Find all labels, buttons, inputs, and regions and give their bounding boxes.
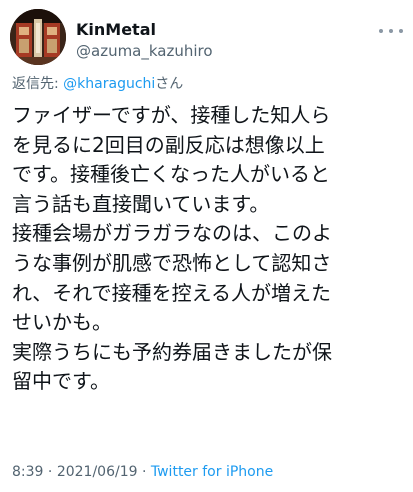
reply-mention-link[interactable]: @kharaguchi (63, 76, 155, 92)
meta-separator: · (137, 464, 151, 480)
tweet-text-line: です。接種後亡くなった人がいると (12, 162, 330, 187)
dot-icon (379, 29, 383, 33)
tweet-text-line: 接種会場がガラガラなのは、このよ (12, 221, 332, 246)
replying-prefix: 返信先: (12, 76, 64, 92)
tweet-text-line: うな事例が肌感で恐怖として認知さ (12, 250, 332, 275)
tweet-header: KinMetal @azuma_kazuhiro (10, 9, 405, 69)
dot-icon (389, 29, 393, 33)
dot-icon (399, 29, 403, 33)
user-info[interactable]: KinMetal @azuma_kazuhiro (76, 20, 213, 61)
avatar[interactable] (10, 9, 66, 65)
meta-separator: · (43, 464, 57, 480)
replying-suffix: さん (155, 76, 184, 92)
replying-to: 返信先: @kharaguchiさん (12, 75, 183, 93)
tweet-source-link[interactable]: Twitter for iPhone (151, 464, 273, 480)
tweet-text-line: を見るに2回目の副反応は想像以上 (12, 132, 325, 157)
display-name[interactable]: KinMetal (76, 20, 213, 40)
tweet-date[interactable]: 2021/06/19 (57, 464, 138, 480)
user-handle[interactable]: @azuma_kazuhiro (76, 41, 213, 61)
tweet-text-line: せいかも。 (12, 310, 112, 335)
avatar-image (10, 9, 66, 65)
tweet-text-line: 言う話も直接聞いています。 (12, 191, 270, 216)
tweet-text: ファイザーですが、接種した知人ら を見るに2回目の副反応は想像以上 です。接種後… (12, 101, 407, 397)
tweet-text-line: ファイザーですが、接種した知人ら (12, 103, 331, 127)
tweet-text-line: 実際うちにも予約券届きましたが保 (12, 339, 332, 364)
tweet-meta: 8:39 · 2021/06/19 · Twitter for iPhone (12, 463, 273, 481)
tweet-text-line: れ、それで接種を控える人が増えた (12, 280, 331, 305)
tweet: KinMetal @azuma_kazuhiro 返信先: @kharaguch… (0, 0, 413, 492)
tweet-time[interactable]: 8:39 (12, 464, 43, 480)
more-options-icon[interactable] (379, 23, 403, 39)
tweet-text-line: 留中です。 (12, 369, 110, 394)
